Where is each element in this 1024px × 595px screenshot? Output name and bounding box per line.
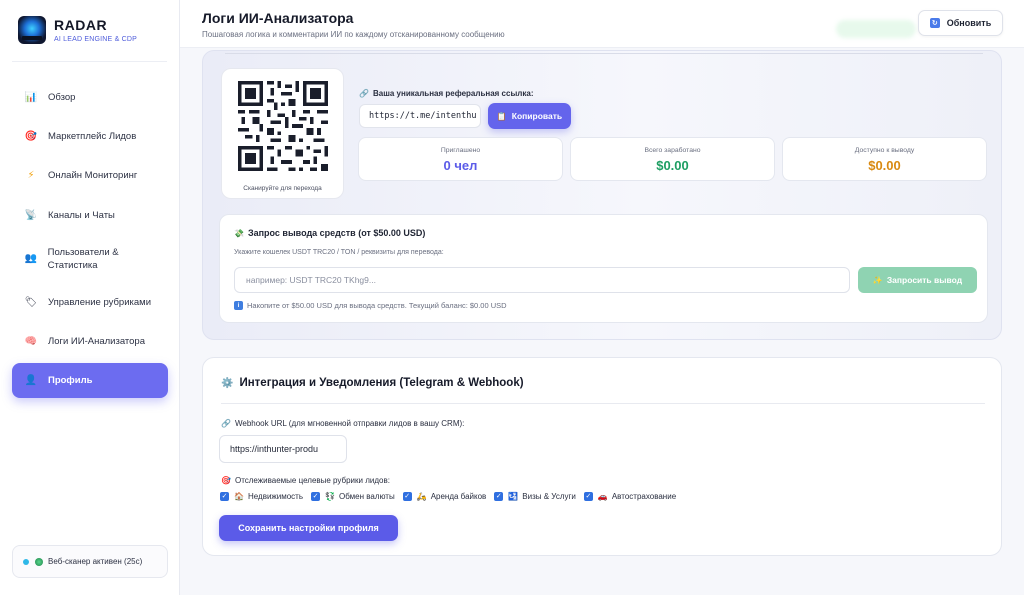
webhook-label: 🔗 Webhook URL (для мгновенной отправки ли… xyxy=(221,419,465,428)
webhook-url-input[interactable]: https://inthunter-produ xyxy=(219,435,347,463)
brand-name: RADAR xyxy=(54,17,108,33)
brand-subtitle: AI LEAD ENGINE & CDP xyxy=(54,36,137,43)
scanner-status: Веб-сканер активен (25с) xyxy=(12,545,168,578)
sidebar-item-overview[interactable]: 📊 Обзор xyxy=(12,80,168,115)
bar-chart-icon: 📊 xyxy=(24,92,38,103)
link-icon: 🔗 xyxy=(221,419,231,428)
checkbox-checked-icon[interactable]: ✓ xyxy=(583,492,593,501)
house-icon: 🏠 xyxy=(234,492,244,501)
category-bike-rental[interactable]: ✓ 🛵 Аренда байков xyxy=(402,492,486,501)
sidebar-nav: 📊 Обзор 🎯 Маркетплейс Лидов ⚡ Онлайн Мон… xyxy=(12,80,168,403)
qr-code-box: Сканируйте для перехода xyxy=(221,68,344,199)
page-title: Логи ИИ-Анализатора xyxy=(202,10,354,26)
lightning-icon: ⚡ xyxy=(27,170,35,182)
brain-icon: 🧠 xyxy=(24,336,38,348)
sidebar-item-users[interactable]: 👥 Пользователи & Статистика xyxy=(12,237,168,281)
card-divider xyxy=(225,53,983,54)
withdraw-note: i Накопите от $50.00 USD для вывода сред… xyxy=(234,301,507,310)
category-currency-exchange[interactable]: ✓ 💱 Обмен валюты xyxy=(311,492,395,501)
sidebar-divider xyxy=(12,61,167,62)
refresh-button-label: Обновить xyxy=(946,18,992,28)
referral-link-label: 🔗 Ваша уникальная реферальная ссылка: xyxy=(359,89,534,98)
wallet-input[interactable]: например: USDT TRC20 TKhg9... xyxy=(234,267,850,293)
referral-link-field[interactable]: https://t.me/intenthu xyxy=(359,104,481,128)
money-icon: 💸 xyxy=(234,229,244,238)
sidebar-item-channels[interactable]: 📡 Каналы и Чаты xyxy=(12,198,168,233)
stat-label: Приглашено xyxy=(440,147,481,154)
sidebar-item-ai-logs[interactable]: 🧠 Логи ИИ-Анализатора xyxy=(12,324,168,359)
status-glow xyxy=(836,20,916,38)
passport-icon: 🛂 xyxy=(508,492,519,501)
category-visas[interactable]: ✓ 🛂 Визы & Услуги xyxy=(494,492,576,501)
stat-value: $0.00 xyxy=(656,158,689,173)
copy-button[interactable]: 📋 Копировать xyxy=(488,103,571,129)
sidebar-item-label: Логи ИИ-Анализатора xyxy=(48,336,145,348)
exchange-icon: 💱 xyxy=(325,492,335,501)
stat-card-invited: Приглашено 0 чел xyxy=(358,137,563,181)
copy-button-label: Копировать xyxy=(511,111,563,121)
sidebar-item-label: Обзор xyxy=(48,92,76,103)
save-profile-label: Сохранить настройки профиля xyxy=(238,523,379,533)
sidebar-item-label: Управление рубриками xyxy=(48,296,152,308)
request-withdraw-button[interactable]: ✨ Запросить вывод xyxy=(858,267,977,293)
sidebar-item-label: Онлайн Мониторинг xyxy=(48,170,138,182)
sidebar-item-label: Пользователи & Статистика xyxy=(47,246,119,271)
qr-caption: Сканируйте для перехода xyxy=(243,185,322,192)
stat-card-available: Доступно к выводу $0.00 xyxy=(782,137,987,181)
users-icon: 👥 xyxy=(24,253,38,265)
brand[interactable]: RADAR AI LEAD ENGINE & CDP xyxy=(18,16,137,44)
withdraw-title: 💸 Запрос вывода средств (от $50.00 USD) xyxy=(234,228,426,238)
integration-card: ⚙️ Интеграция и Уведомления (Telegram & … xyxy=(202,357,1002,556)
save-profile-button[interactable]: Сохранить настройки профиля xyxy=(219,515,398,541)
sidebar-item-lead-marketplace[interactable]: 🎯 Маркетплейс Лидов xyxy=(12,119,168,154)
checkbox-checked-icon[interactable]: ✓ xyxy=(494,492,504,501)
sidebar: RADAR AI LEAD ENGINE & CDP 📊 Обзор 🎯 Мар… xyxy=(0,0,180,595)
checkbox-checked-icon[interactable]: ✓ xyxy=(311,492,321,501)
stat-label: Доступно к выводу xyxy=(854,147,915,154)
link-icon: 🔗 xyxy=(359,89,369,98)
target-icon: 🎯 xyxy=(221,476,231,485)
integration-title: ⚙️ Интеграция и Уведомления (Telegram & … xyxy=(221,377,524,389)
referral-card: Сканируйте для перехода 🔗 Ваша уникальная… xyxy=(202,50,1002,340)
categories-list: ✓ 🏠 Недвижимость ✓ 💱 Обмен валюты ✓ 🛵 Ар… xyxy=(220,492,684,501)
request-withdraw-label: Запросить вывод xyxy=(886,275,963,285)
scooter-icon: 🛵 xyxy=(416,492,427,501)
tag-icon: 🏷 xyxy=(24,296,38,308)
withdraw-section: 💸 Запрос вывода средств (от $50.00 USD) У… xyxy=(219,214,988,323)
refresh-icon: ↻ xyxy=(929,18,940,28)
scanner-status-text: Веб-сканер активен (25с) xyxy=(48,557,143,566)
stat-value: $0.00 xyxy=(868,158,901,173)
stat-label: Всего заработано xyxy=(644,147,701,154)
car-icon: 🚗 xyxy=(597,492,608,501)
sidebar-item-label: Маркетплейс Лидов xyxy=(48,131,137,143)
sidebar-item-online-monitoring[interactable]: ⚡ Онлайн Мониторинг xyxy=(12,158,168,193)
withdraw-hint: Укажите кошелек USDT TRC20 / TON / рекви… xyxy=(234,249,444,256)
clipboard-icon: 📋 xyxy=(496,111,507,121)
checkbox-checked-icon[interactable]: ✓ xyxy=(402,492,412,501)
sidebar-item-label: Каналы и Чаты xyxy=(48,209,115,221)
checkbox-checked-icon[interactable]: ✓ xyxy=(220,492,229,501)
info-icon: i xyxy=(234,301,243,310)
card-divider xyxy=(221,403,985,404)
status-dot-icon xyxy=(23,558,29,565)
category-real-estate[interactable]: ✓ 🏠 Недвижимость xyxy=(220,492,303,501)
sparkle-icon: ✨ xyxy=(872,275,883,285)
sidebar-item-profile[interactable]: 👤 Профиль xyxy=(12,363,168,399)
sidebar-item-label: Профиль xyxy=(48,375,93,387)
page-subtitle: Пошаговая логика и комментарии ИИ по каж… xyxy=(202,30,505,39)
categories-label: 🎯 Отслеживаемые целевые рубрики лидов: xyxy=(221,476,390,485)
page-header: Логи ИИ-Анализатора Пошаговая логика и к… xyxy=(180,0,1024,48)
refresh-button[interactable]: ↻ Обновить xyxy=(918,10,1003,36)
gear-icon: ⚙️ xyxy=(221,377,234,389)
target-icon: 🎯 xyxy=(24,131,38,143)
category-car-insurance[interactable]: ✓ 🚗 Автострахование xyxy=(583,492,676,501)
sidebar-item-categories[interactable]: 🏷 Управление рубриками xyxy=(12,285,168,320)
satellite-icon: 📡 xyxy=(24,209,38,221)
radar-logo-icon xyxy=(18,16,46,44)
stat-card-earned: Всего заработано $0.00 xyxy=(570,137,775,181)
user-icon: 👤 xyxy=(24,375,38,387)
qr-code-icon xyxy=(238,81,328,171)
globe-icon xyxy=(35,557,43,566)
stat-value: 0 чел xyxy=(443,158,478,173)
